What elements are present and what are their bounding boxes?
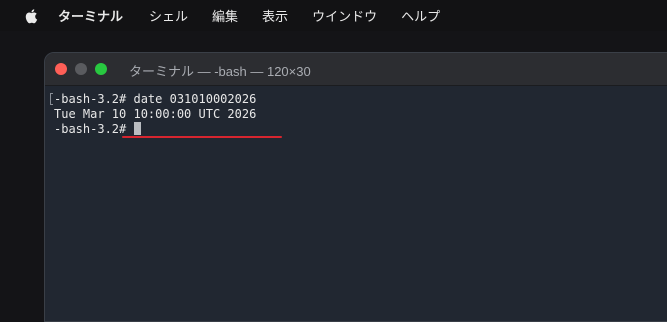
menu-window[interactable]: ウインドウ: [312, 6, 377, 25]
close-button[interactable]: [55, 63, 67, 75]
prompt: -bash-3.2#: [54, 92, 127, 106]
menu-app-name[interactable]: ターミナル: [58, 6, 123, 25]
terminal-window: ターミナル — -bash — 120×30 -bash-3.2# date 0…: [44, 52, 667, 322]
window-title: ターミナル — -bash — 120×30: [129, 64, 311, 79]
terminal-content[interactable]: -bash-3.2# date 031010002026 Tue Mar 10 …: [45, 86, 667, 321]
output-line: Tue Mar 10 10:00:00 UTC 2026: [54, 107, 257, 121]
current-prompt-line: -bash-3.2#: [54, 122, 142, 137]
menu-help[interactable]: ヘルプ: [401, 6, 440, 25]
menu-edit[interactable]: 編集: [212, 6, 238, 25]
menu-view[interactable]: 表示: [262, 6, 288, 25]
command-line: -bash-3.2# date 031010002026: [54, 92, 256, 107]
zoom-button[interactable]: [95, 63, 107, 75]
command-mark-bracket: [50, 93, 53, 105]
command-text: date 031010002026: [133, 92, 257, 106]
text-cursor: [134, 122, 142, 135]
apple-menu-icon[interactable]: [24, 8, 38, 24]
prompt-current: -bash-3.2#: [54, 122, 127, 136]
window-title-bar[interactable]: ターミナル — -bash — 120×30: [45, 53, 667, 86]
menu-shell[interactable]: シェル: [149, 6, 188, 25]
red-underline-annotation: [122, 136, 282, 138]
menu-bar: ターミナル シェル 編集 表示 ウインドウ ヘルプ: [0, 0, 667, 31]
minimize-button[interactable]: [75, 63, 87, 75]
